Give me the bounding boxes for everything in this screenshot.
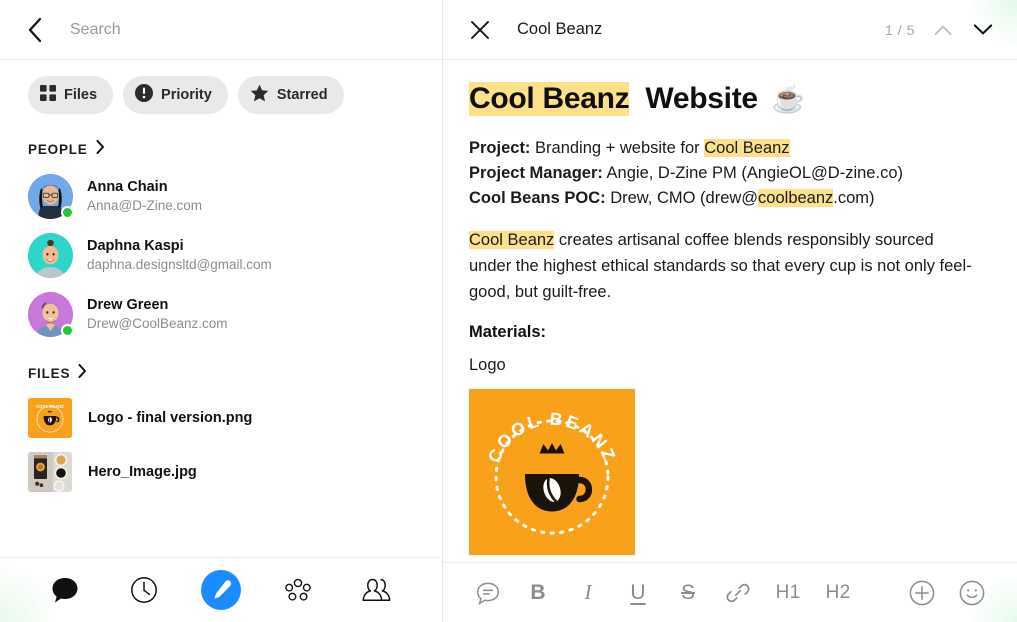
- document-meta-block: Project: Branding + website for Cool Bea…: [469, 136, 991, 211]
- meta-text-project-manager: Angie, D-Zine PM (AngieOL@D-zine.co): [603, 164, 903, 182]
- meta-line-project-manager: Project Manager: Angie, D-Zine PM (Angie…: [469, 161, 991, 186]
- avatar: [28, 174, 73, 219]
- people-list: Anna Chain Anna@D-Zine.com: [0, 163, 442, 344]
- chevron-up-icon[interactable]: [931, 18, 955, 42]
- close-icon[interactable]: [465, 15, 495, 45]
- avatar: [28, 292, 73, 337]
- meta-label-project-manager: Project Manager:: [469, 164, 603, 182]
- section-header-files[interactable]: FILES: [0, 344, 442, 387]
- list-item-person[interactable]: Daphna Kaspi daphna.designsltd@gmail.com: [0, 226, 442, 285]
- filter-pill-files-label: Files: [64, 87, 97, 103]
- emoji-icon[interactable]: [947, 573, 997, 613]
- section-header-files-label: FILES: [28, 366, 70, 381]
- search-input[interactable]: [70, 21, 424, 39]
- star-icon: [250, 84, 269, 106]
- person-email: Drew@CoolBeanz.com: [87, 315, 228, 333]
- meta-line-project: Project: Branding + website for Cool Bea…: [469, 136, 991, 161]
- app-window: Files Priority Starred PEOPLE: [0, 0, 1017, 622]
- meta-label-project: Project:: [469, 139, 530, 157]
- meta-text-project: Branding + website for: [530, 139, 704, 157]
- comment-icon[interactable]: [463, 573, 513, 613]
- nav-clock-icon[interactable]: [122, 568, 166, 612]
- heading-1-label: H1: [776, 582, 801, 604]
- meta-text-poc: Drew, CMO (drew@: [606, 189, 758, 207]
- svg-text:COOL BEANZ: COOL BEANZ: [36, 404, 64, 409]
- filter-pill-files[interactable]: Files: [28, 76, 113, 114]
- format-toolbar: B I U S H1 H2: [443, 562, 1017, 622]
- hero-photo-thumb: [28, 452, 72, 492]
- left-panel: Files Priority Starred PEOPLE: [0, 0, 443, 622]
- filter-pill-priority[interactable]: Priority: [123, 76, 228, 114]
- document-paragraph: Cool Beanz creates artisanal coffee blen…: [469, 227, 974, 305]
- section-header-people[interactable]: PEOPLE: [0, 128, 442, 163]
- coffee-cup-emoji: ☕: [772, 83, 805, 115]
- bottom-navigation: [0, 557, 442, 622]
- person-name: Drew Green: [87, 296, 228, 316]
- filter-pill-starred[interactable]: Starred: [238, 76, 344, 114]
- materials-heading: Materials:: [469, 323, 991, 342]
- paragraph-highlight: Cool Beanz: [469, 231, 554, 249]
- right-panel: Cool Beanz 1 / 5 Cool Beanz Website ☕ Pro…: [443, 0, 1017, 622]
- plus-circle-icon[interactable]: [897, 573, 947, 613]
- strikethrough-label: S: [681, 581, 695, 605]
- document-pager: 1 / 5: [885, 18, 995, 42]
- status-dot-online: [61, 324, 74, 337]
- nav-dots-cluster-icon[interactable]: [276, 568, 320, 612]
- italic-label: I: [585, 580, 592, 605]
- italic-icon[interactable]: I: [563, 573, 613, 613]
- materials-item-logo: Logo: [469, 356, 991, 375]
- chevron-left-icon[interactable]: [18, 13, 52, 47]
- meta-text-poc-after: .com): [833, 189, 874, 207]
- filter-pill-starred-label: Starred: [277, 87, 328, 103]
- file-name: Logo - final version.png: [88, 410, 252, 426]
- file-name: Hero_Image.jpg: [88, 464, 197, 480]
- exclamation-circle-icon: [135, 84, 153, 106]
- meta-label-poc: Cool Beans POC:: [469, 189, 606, 207]
- person-name: Anna Chain: [87, 178, 202, 198]
- list-item-file[interactable]: Hero_Image.jpg: [0, 445, 442, 499]
- files-list: COOL BEANZ Logo - final version.png: [0, 387, 442, 499]
- meta-highlight-project: Cool Beanz: [704, 139, 789, 157]
- coolbeanz-logo-thumb: COOL BEANZ: [28, 398, 72, 438]
- nav-chat-bubble-icon[interactable]: [43, 568, 87, 612]
- chevron-down-icon[interactable]: [971, 18, 995, 42]
- grid-icon: [40, 85, 56, 105]
- avatar: [28, 233, 73, 278]
- meta-line-poc: Cool Beans POC: Drew, CMO (drew@coolbean…: [469, 186, 991, 211]
- document-body[interactable]: Cool Beanz Website ☕ Project: Branding + …: [443, 60, 1017, 562]
- document-title: Cool Beanz: [517, 20, 602, 39]
- status-dot-online: [61, 206, 74, 219]
- coolbeanz-logo-image[interactable]: COOL BEANZ: [469, 389, 635, 555]
- document-heading-highlight: Cool Beanz: [469, 82, 629, 116]
- strikethrough-icon[interactable]: S: [663, 573, 713, 613]
- bold-icon[interactable]: B: [513, 573, 563, 613]
- document-heading: Cool Beanz Website ☕: [469, 82, 991, 116]
- list-item-file[interactable]: COOL BEANZ Logo - final version.png: [0, 391, 442, 445]
- search-bar: [0, 0, 442, 60]
- document-header: Cool Beanz 1 / 5: [443, 0, 1017, 60]
- underline-icon[interactable]: U: [613, 573, 663, 613]
- person-email: Anna@D-Zine.com: [87, 197, 202, 215]
- person-name: Daphna Kaspi: [87, 237, 272, 257]
- nav-pencil-icon[interactable]: [201, 570, 241, 610]
- list-item-person[interactable]: Drew Green Drew@CoolBeanz.com: [0, 285, 442, 344]
- person-email: daphna.designsltd@gmail.com: [87, 256, 272, 274]
- heading-2-icon[interactable]: H2: [813, 573, 863, 613]
- underline-label: U: [630, 581, 645, 605]
- section-header-people-label: PEOPLE: [28, 142, 88, 157]
- list-item-person[interactable]: Anna Chain Anna@D-Zine.com: [0, 167, 442, 226]
- page-counter: 1 / 5: [885, 22, 915, 38]
- nav-people-icon[interactable]: [355, 568, 399, 612]
- link-icon[interactable]: [713, 573, 763, 613]
- filter-pill-row: Files Priority Starred: [0, 60, 442, 128]
- heading-1-icon[interactable]: H1: [763, 573, 813, 613]
- filter-pill-priority-label: Priority: [161, 87, 212, 103]
- meta-highlight-poc: coolbeanz: [758, 189, 833, 207]
- bold-label: B: [530, 581, 545, 605]
- left-panel-spacer: [0, 499, 442, 557]
- chevron-right-icon: [78, 364, 87, 383]
- chevron-right-icon: [96, 140, 105, 159]
- document-heading-rest: Website: [645, 82, 757, 116]
- heading-2-label: H2: [826, 582, 851, 604]
